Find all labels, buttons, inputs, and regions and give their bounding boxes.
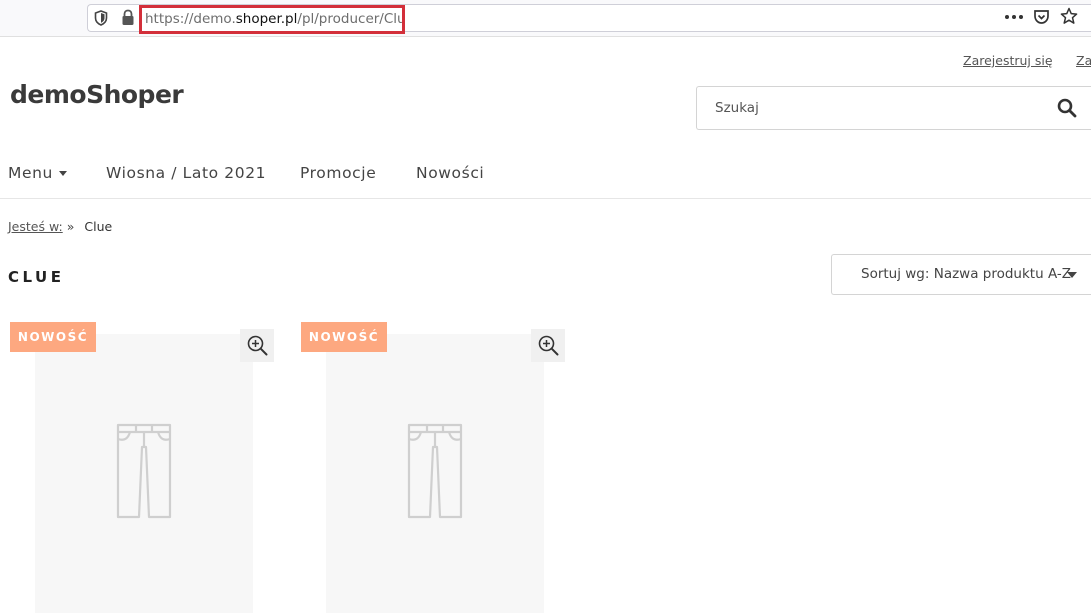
zoom-in-icon	[538, 335, 559, 356]
nav-item-wiosna-lato[interactable]: Wiosna / Lato 2021	[106, 164, 266, 182]
zoom-in-icon	[247, 335, 268, 356]
product-card[interactable]: NOWOŚĆ	[9, 322, 275, 613]
url-host: shoper.pl	[235, 11, 298, 27]
new-badge: NOWOŚĆ	[10, 322, 96, 352]
breadcrumb: Jesteś w:» Clue	[8, 219, 112, 234]
nav-item-label: Menu	[8, 164, 53, 182]
product-image[interactable]	[326, 334, 544, 613]
search-box	[696, 86, 1091, 130]
pocket-icon[interactable]	[1033, 8, 1050, 26]
sort-selected-value: Sortuj wg: Nazwa produktu A-Z	[861, 266, 1072, 282]
search-icon[interactable]	[1057, 98, 1077, 118]
browser-toolbar: https://demo.shoper.pl/pl/producer/Clue/…	[0, 0, 1091, 37]
product-card[interactable]: NOWOŚĆ	[300, 322, 566, 613]
url-text[interactable]: https://demo.shoper.pl/pl/producer/Clue/…	[139, 5, 405, 34]
breadcrumb-separator: »	[66, 219, 75, 234]
nav-item-menu[interactable]: Menu	[8, 164, 67, 182]
breadcrumb-label[interactable]: Jesteś w:	[8, 219, 63, 234]
zoom-button[interactable]	[240, 329, 274, 362]
search-input[interactable]	[715, 87, 1035, 129]
url-prefix: https://demo.	[145, 11, 236, 27]
pants-icon	[407, 423, 463, 519]
main-nav: Menu Wiosna / Lato 2021 Promocje Nowości	[0, 155, 1091, 199]
more-icon[interactable]	[1004, 10, 1024, 24]
zoom-button[interactable]	[531, 329, 565, 362]
lock-icon[interactable]	[121, 9, 135, 26]
product-image[interactable]	[35, 334, 253, 613]
register-link[interactable]: Zarejestruj się	[963, 53, 1053, 68]
caret-down-icon	[1067, 272, 1077, 278]
breadcrumb-current: Clue	[84, 219, 113, 234]
sort-select[interactable]: Sortuj wg: Nazwa produktu A-Z	[831, 254, 1091, 295]
shield-icon[interactable]	[94, 10, 108, 26]
logo[interactable]: demoShoper	[10, 80, 184, 109]
page-title: CLUE	[8, 268, 65, 286]
nav-item-promocje[interactable]: Promocje	[300, 164, 376, 182]
login-link[interactable]: Zal	[1076, 53, 1091, 68]
caret-down-icon	[58, 171, 67, 176]
url-path: /pl/producer/Clue/1	[297, 11, 405, 27]
star-icon[interactable]	[1060, 7, 1078, 26]
nav-item-nowosci[interactable]: Nowości	[416, 164, 484, 182]
new-badge: NOWOŚĆ	[301, 322, 387, 352]
pants-icon	[116, 423, 172, 519]
